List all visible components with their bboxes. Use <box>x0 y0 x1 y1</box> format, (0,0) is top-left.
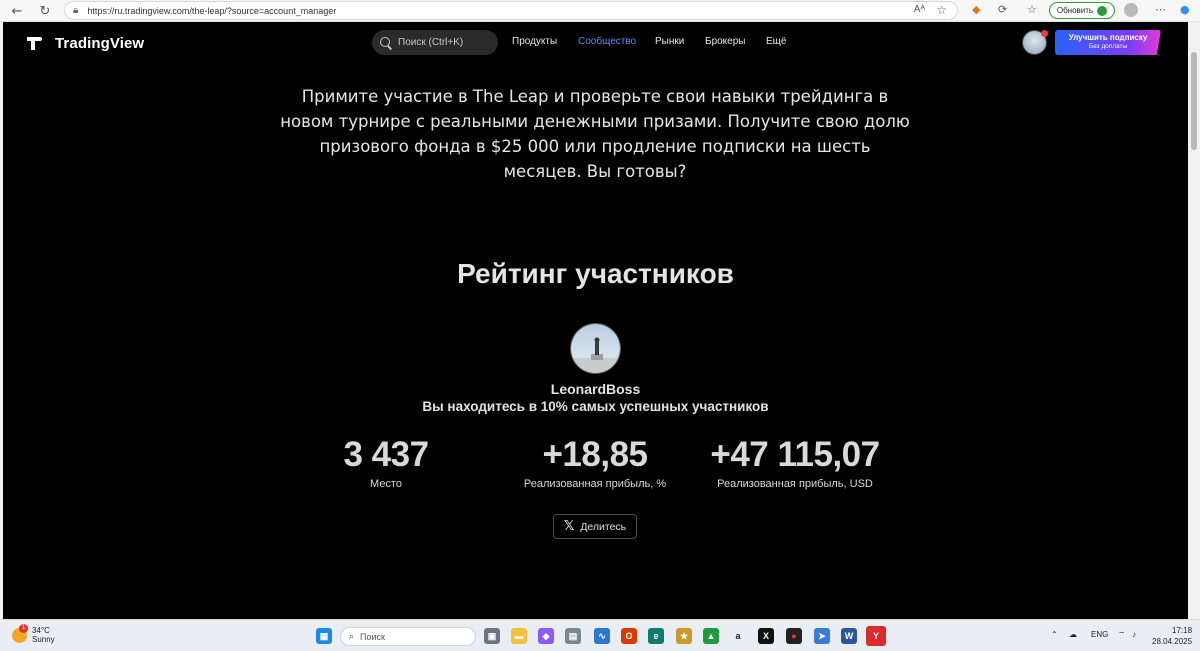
favorite-star-icon[interactable]: ☆ <box>936 3 947 17</box>
search-input[interactable]: Поиск (Ctrl+K) <box>372 30 498 55</box>
metamask-extension-icon[interactable]: ◆ <box>972 3 980 16</box>
back-icon[interactable]: ← <box>6 0 28 22</box>
x-logo-icon: 𝕏 <box>563 519 575 534</box>
language-indicator[interactable]: ENG <box>1091 630 1108 639</box>
nav-more[interactable]: Ещё <box>766 36 786 47</box>
task-view-icon[interactable]: ▣ <box>484 628 500 644</box>
clock-time: 17:18 <box>1172 626 1193 635</box>
nav-markets[interactable]: Рынки <box>655 36 684 47</box>
system-clock[interactable]: 17:18 28.04.2025 <box>1152 625 1192 647</box>
stocks-app-icon[interactable]: ▲ <box>703 628 719 644</box>
search-placeholder: Поиск (Ctrl+K) <box>398 37 464 48</box>
upgrade-label: Улучшить подписку <box>1068 33 1148 42</box>
browser-profile-avatar[interactable] <box>1124 3 1138 17</box>
sync-icon[interactable]: ⟳ <box>998 3 1007 16</box>
page-content: TradingView Поиск (Ctrl+K) Продукты Сооб… <box>3 22 1188 619</box>
edge-browser-icon[interactable]: e <box>648 628 664 644</box>
stat-place: 3 437 Место <box>326 435 446 490</box>
user-avatar-header[interactable] <box>1022 30 1048 55</box>
collections-icon[interactable]: ☆ <box>1027 3 1037 16</box>
stat-label: Место <box>370 478 402 490</box>
nav-brokers[interactable]: Брокеры <box>705 36 745 47</box>
refresh-icon[interactable]: ↻ <box>34 0 56 22</box>
yandex-browser-icon[interactable]: Y <box>866 626 886 646</box>
upgrade-sublabel: Без доплаты <box>1088 43 1128 50</box>
weather-condition: Sunny <box>32 635 55 644</box>
address-bar[interactable]: 🔒︎ https://ru.tradingview.com/the-leap/?… <box>64 1 958 20</box>
show-hidden-icons[interactable]: ⌃ <box>1051 630 1058 639</box>
participant-rank-note: Вы находитесь в 10% самых успешных участ… <box>422 399 769 414</box>
upgrade-subscription-button[interactable]: Улучшить подписку Без доплаты <box>1055 30 1161 55</box>
nav-community[interactable]: Сообщество <box>578 36 636 47</box>
copilot-icon[interactable]: ● <box>1180 3 1190 16</box>
notification-dot <box>1041 30 1048 37</box>
stat-profit-percent: +18,85 Реализованная прибыль, % <box>505 435 685 490</box>
update-status-icon <box>1097 5 1108 16</box>
clock-date: 28.04.2025 <box>1152 637 1193 646</box>
word-icon[interactable]: W <box>841 628 857 644</box>
amazon-icon[interactable]: a <box>730 628 746 644</box>
medal-app-icon[interactable]: ★ <box>676 628 692 644</box>
tradingview-logo-icon <box>27 37 49 50</box>
rating-title: Рейтинг участников <box>457 258 734 289</box>
browser-toolbar: ← ↻ 🔒︎ https://ru.tradingview.com/the-le… <box>0 0 1200 22</box>
stat-value: 3 437 <box>343 435 429 474</box>
office-icon[interactable]: O <box>621 628 637 644</box>
lock-icon: 🔒︎ <box>73 5 79 16</box>
read-aloud-icon[interactable]: Aᴬ <box>914 4 925 15</box>
chart-app-icon[interactable]: ∿ <box>594 628 610 644</box>
share-x-button[interactable]: 𝕏 Делитесь <box>553 514 637 539</box>
stat-value: +18,85 <box>542 435 648 474</box>
tradingview-logo[interactable]: TradingView <box>27 35 144 52</box>
taskbar-search-icon: ⌕ <box>349 631 355 642</box>
nav-products[interactable]: Продукты <box>512 36 557 47</box>
x-app-icon[interactable]: X <box>758 628 774 644</box>
stat-value: +47 115,07 <box>710 435 880 474</box>
intro-text: Примите участие в The Leap и проверьте с… <box>280 87 910 181</box>
taskbar-search-input[interactable]: ⌕ Поиск <box>340 627 476 646</box>
sun-icon: 1 <box>12 623 28 643</box>
stat-label: Реализованная прибыль, % <box>523 478 667 490</box>
scrollbar-thumb[interactable] <box>1191 52 1197 150</box>
more-menu-icon[interactable]: ⋯ <box>1155 3 1166 16</box>
copilot-app-icon[interactable]: ◆ <box>538 628 554 644</box>
participant-avatar <box>570 323 621 374</box>
weather-widget[interactable]: 1 34°C Sunny <box>12 623 55 644</box>
cloud-icon[interactable]: ☁ <box>1069 630 1077 639</box>
volume-icon[interactable]: ♪ <box>1132 630 1136 639</box>
participant-username: LeonardBoss <box>550 381 641 397</box>
file-explorer-icon[interactable]: ▬ <box>511 628 527 644</box>
windows-taskbar: 1 34°C Sunny ▦ ⌕ Поиск ▣ ▬ ◆ ▤ ∿ O e ★ ▲… <box>0 619 1200 651</box>
wifi-icon[interactable]: ⌔ <box>1118 630 1126 640</box>
logo-text: TradingView <box>55 35 145 52</box>
page-scrollbar[interactable] <box>1188 22 1200 619</box>
weather-badge: 1 <box>19 623 28 633</box>
taskbar-search-placeholder: Поиск <box>360 631 385 642</box>
stat-label: Реализованная прибыль, USD <box>717 478 873 490</box>
stat-profit-usd: +47 115,07 Реализованная прибыль, USD <box>695 435 895 490</box>
temperature: 34°C <box>32 626 50 635</box>
browser-update-button[interactable]: Обновить <box>1049 2 1115 19</box>
url-text: https://ru.tradingview.com/the-leap/?sou… <box>87 5 337 16</box>
store-icon[interactable]: ▤ <box>565 628 581 644</box>
start-windows-icon[interactable]: ▦ <box>316 628 332 644</box>
search-icon <box>380 36 392 49</box>
record-app-icon[interactable]: ● <box>786 628 802 644</box>
telegram-icon[interactable]: ➤ <box>814 628 830 644</box>
share-label: Делитесь <box>580 520 627 533</box>
update-label: Обновить <box>1056 6 1094 15</box>
